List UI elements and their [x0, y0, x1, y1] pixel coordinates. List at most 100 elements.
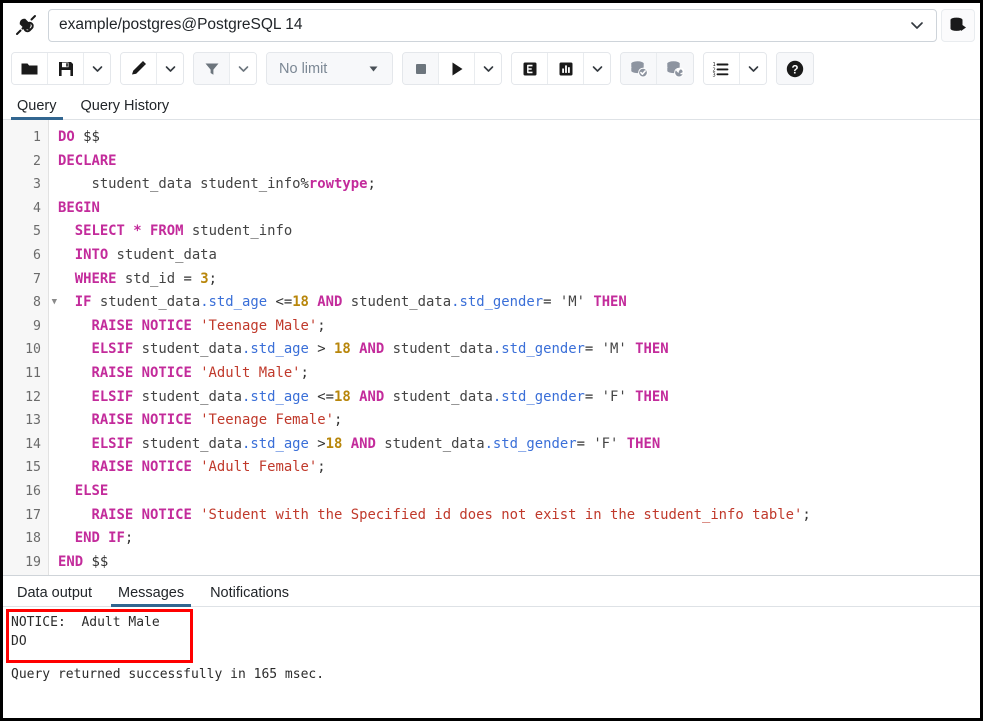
tab-data-output-label: Data output — [17, 585, 92, 601]
code-token — [192, 507, 200, 523]
code-line[interactable]: RAISE NOTICE 'Adult Male'; — [58, 362, 980, 386]
chevron-down-icon — [163, 61, 178, 76]
code-token: ELSIF — [91, 389, 133, 405]
output-tab-bar: Data output Messages Notifications — [3, 576, 980, 607]
code-token: 18 — [334, 341, 351, 357]
filter-button-group — [193, 52, 257, 85]
line-number: 8▼ — [3, 291, 48, 315]
messages-output[interactable]: NOTICE: Adult Male DO Query returned suc… — [3, 607, 980, 718]
code-token: THEN — [593, 294, 626, 310]
open-file-button[interactable] — [12, 53, 48, 84]
code-token — [58, 223, 75, 239]
code-line[interactable]: ELSIF student_data.std_age <=18 AND stud… — [58, 386, 980, 410]
code-line[interactable]: RAISE NOTICE 'Teenage Female'; — [58, 409, 980, 433]
macros-button[interactable]: 1 2 3 — [704, 53, 740, 84]
execute-query-button[interactable] — [439, 53, 475, 84]
chevron-down-icon — [746, 61, 761, 76]
code-line[interactable]: student_data student_info%rowtype; — [58, 173, 980, 197]
row-limit-select[interactable]: No limit — [267, 53, 392, 84]
chevron-down-icon — [481, 61, 496, 76]
row-limit-group: No limit — [266, 52, 393, 85]
filter-button[interactable] — [194, 53, 230, 84]
rollback-button[interactable] — [657, 53, 693, 84]
tab-query-history-label: Query History — [81, 98, 170, 114]
save-file-button[interactable] — [48, 53, 84, 84]
code-line[interactable]: INTO student_data — [58, 244, 980, 268]
tab-notifications[interactable]: Notifications — [208, 585, 291, 606]
code-token: 'M' — [602, 341, 627, 357]
filter-dropdown[interactable] — [230, 53, 256, 84]
code-line[interactable]: SELECT * FROM student_info — [58, 220, 980, 244]
code-token: % — [301, 176, 309, 192]
explain-dropdown[interactable] — [584, 53, 610, 84]
code-token: DECLARE — [58, 153, 117, 169]
edit-dropdown[interactable] — [157, 53, 183, 84]
code-line[interactable]: RAISE NOTICE 'Teenage Male'; — [58, 315, 980, 339]
code-token — [192, 412, 200, 428]
line-number: 11 — [3, 362, 48, 386]
save-file-dropdown[interactable] — [84, 53, 110, 84]
code-token: = — [577, 436, 585, 452]
code-token: 3 — [200, 271, 208, 287]
code-line[interactable]: DECLARE — [58, 150, 980, 174]
code-line[interactable]: RAISE NOTICE 'Adult Female'; — [58, 456, 980, 480]
stop-query-button[interactable] — [403, 53, 439, 84]
code-token: = — [183, 271, 191, 287]
sql-code-area[interactable]: DO $$ DECLARE student_data student_info%r… — [49, 120, 980, 575]
code-line[interactable]: RAISE NOTICE 'Student with the Specified… — [58, 504, 980, 528]
explain-analyze-button[interactable] — [548, 53, 584, 84]
explain-button[interactable] — [512, 53, 548, 84]
code-token: INTO — [75, 247, 108, 263]
code-token: IF — [75, 294, 92, 310]
commit-button[interactable] — [621, 53, 657, 84]
help-button[interactable]: ? — [777, 53, 813, 84]
tab-query[interactable]: Query — [15, 98, 59, 119]
code-line[interactable]: END $$ — [58, 551, 980, 575]
code-line[interactable]: ELSIF student_data.std_age > 18 AND stud… — [58, 338, 980, 362]
code-token: student_data — [133, 389, 242, 405]
code-line[interactable]: WHERE std_id = 3; — [58, 268, 980, 292]
code-line[interactable]: END IF; — [58, 527, 980, 551]
tab-query-history[interactable]: Query History — [79, 98, 172, 119]
code-token: rowtype — [309, 176, 368, 192]
code-line[interactable]: ELSE — [58, 480, 980, 504]
code-token: 'Teenage Male' — [200, 318, 317, 334]
code-token: ELSIF — [91, 436, 133, 452]
code-token: ; — [301, 365, 309, 381]
macros-dropdown[interactable] — [740, 53, 766, 84]
execute-dropdown[interactable] — [475, 53, 501, 84]
code-token: ; — [802, 507, 810, 523]
code-token: student_info — [184, 223, 293, 239]
code-token: > — [309, 341, 334, 357]
line-number: 5 — [3, 220, 48, 244]
code-line[interactable]: DO $$ — [58, 126, 980, 150]
code-line[interactable]: ELSIF student_data.std_age >18 AND stude… — [58, 433, 980, 457]
tab-data-output[interactable]: Data output — [15, 585, 94, 606]
chevron-down-icon[interactable] — [908, 16, 926, 34]
bar-chart-icon — [557, 60, 575, 78]
code-token — [627, 341, 635, 357]
query-toolbar: No limit — [3, 47, 980, 90]
new-connection-button[interactable] — [941, 9, 975, 42]
code-line[interactable]: IF student_data.std_age <=18 AND student… — [58, 291, 980, 315]
code-token: <= — [309, 389, 334, 405]
line-number: 2 — [3, 150, 48, 174]
edit-button[interactable] — [121, 53, 157, 84]
filter-funnel-icon — [203, 60, 221, 78]
line-number: 3 — [3, 173, 48, 197]
code-token: student_data — [133, 436, 242, 452]
code-line[interactable]: BEGIN — [58, 197, 980, 221]
code-token: THEN — [635, 389, 668, 405]
sql-editor[interactable]: 12345678▼910111213141516171819 DO $$DECL… — [3, 120, 980, 575]
tab-messages[interactable]: Messages — [116, 585, 186, 606]
line-number: 16 — [3, 480, 48, 504]
code-token — [58, 365, 91, 381]
code-token: $$ — [83, 129, 100, 145]
query-tab-bar: Query Query History — [3, 90, 980, 120]
code-token: END IF — [75, 530, 125, 546]
code-token: FROM — [150, 223, 183, 239]
code-fold-toggle-icon[interactable]: ▼ — [52, 291, 57, 315]
message-spacer — [11, 651, 980, 665]
code-token — [58, 247, 75, 263]
database-connection-select[interactable]: example/postgres@PostgreSQL 14 — [48, 9, 937, 42]
